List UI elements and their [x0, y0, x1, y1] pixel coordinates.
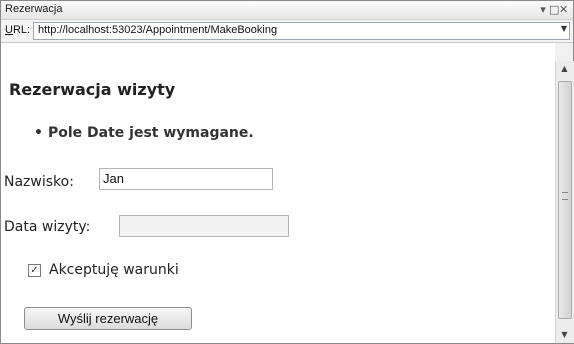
- url-label-accelerator: U: [5, 24, 13, 36]
- arrow-up-icon[interactable]: ▲: [556, 61, 573, 77]
- validation-error: Pole Date jest wymagane.: [34, 125, 254, 141]
- terms-label: Akceptuję warunki: [49, 262, 179, 278]
- date-field[interactable]: [119, 215, 289, 237]
- browser-window: Rezerwacja ▾□✕ URL: http://localhost:530…: [0, 0, 574, 344]
- content-area: [1, 61, 555, 343]
- menu-chevron-icon[interactable]: ▾: [539, 3, 549, 16]
- maximize-icon[interactable]: □: [549, 3, 559, 16]
- close-icon[interactable]: ✕: [559, 3, 569, 16]
- url-label-text: RL:: [12, 24, 31, 36]
- vertical-scrollbar[interactable]: ▲ ▼: [555, 61, 574, 343]
- arrow-down-icon[interactable]: ▼: [556, 327, 573, 343]
- url-label: URL:: [5, 24, 30, 36]
- url-value: http://localhost:53023/Appointment/MakeB…: [38, 24, 278, 36]
- page-title: Rezerwacja wizyty: [9, 80, 176, 99]
- window-controls: ▾□✕: [539, 3, 569, 16]
- checkmark-icon: ✓: [30, 265, 39, 276]
- date-label: Data wizyty:: [4, 219, 91, 235]
- name-field[interactable]: Jan: [99, 168, 273, 190]
- titlebar: Rezerwacja ▾□✕: [1, 1, 573, 20]
- content-area-top: [1, 43, 555, 61]
- url-bar: URL: http://localhost:53023/Appointment/…: [1, 20, 573, 43]
- url-input[interactable]: http://localhost:53023/Appointment/MakeB…: [33, 22, 570, 40]
- name-label: Nazwisko:: [4, 174, 74, 190]
- terms-checkbox[interactable]: ✓: [28, 264, 41, 277]
- validation-summary: Pole Date jest wymagane.: [34, 125, 254, 141]
- submit-booking-button[interactable]: Wyślij rezerwację: [24, 307, 192, 330]
- scrollbar-thumb[interactable]: [558, 81, 572, 319]
- window-title: Rezerwacja: [5, 3, 63, 15]
- chevron-down-icon[interactable]: ▼: [561, 24, 567, 33]
- grip-icon: [562, 192, 568, 200]
